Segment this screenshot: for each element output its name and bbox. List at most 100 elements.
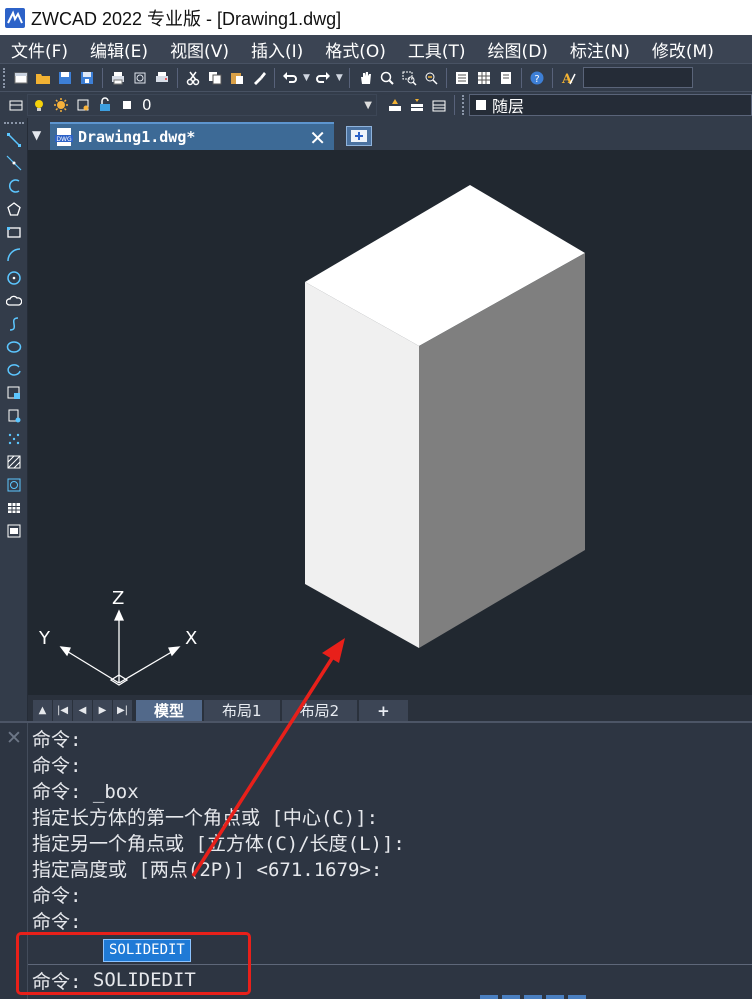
layer-freeze-icon [51,95,71,115]
insert-block-icon[interactable] [2,381,26,404]
undo-icon[interactable] [280,68,300,88]
command-prompt: 命令: [32,970,93,993]
last-layout-icon[interactable]: ▶| [113,700,133,721]
tool-palettes-icon[interactable] [496,68,516,88]
ellipse-icon[interactable] [2,335,26,358]
zoom-previous-icon[interactable] [421,68,441,88]
arc-icon[interactable] [2,243,26,266]
previous-layout-icon[interactable]: ◀ [73,700,93,721]
save-as-icon[interactable] [77,68,97,88]
toolbar-grip[interactable] [462,95,466,115]
layer-combo[interactable]: 0 ▼ [27,94,377,116]
make-block-icon[interactable] [2,404,26,427]
copy-icon[interactable] [205,68,225,88]
open-icon[interactable] [33,68,53,88]
ellipse-arc-icon[interactable] [2,358,26,381]
table-icon[interactable] [2,496,26,519]
revision-cloud-icon[interactable] [2,289,26,312]
polyline-icon[interactable] [2,174,26,197]
tab-layout2[interactable]: 布局2 [281,700,358,721]
status-bar-strip [480,995,660,999]
match-properties-icon[interactable] [249,68,269,88]
chevron-down-icon[interactable]: ▼ [364,100,372,111]
tab-menu-icon[interactable]: ▼ [32,128,41,142]
command-history: 命令: 命令: 命令: _box 指定长方体的第一个角点或 [中心(C)]: 指… [32,727,747,935]
help-icon[interactable]: ? [527,68,547,88]
tab-model[interactable]: 模型 [136,700,203,721]
layer-states-icon[interactable] [429,95,449,115]
menu-insert[interactable]: 插入(I) [240,37,314,62]
history-line: 命令: [32,911,82,933]
new-icon[interactable] [11,68,31,88]
command-input[interactable] [92,969,393,991]
layer-lock-icon [95,95,115,115]
mtext-icon[interactable] [2,519,26,542]
menu-file[interactable]: 文件(F) [0,37,79,62]
design-center-icon[interactable] [474,68,494,88]
tab-layout1[interactable]: 布局1 [204,700,280,721]
tab-drawing1[interactable]: DWG Drawing1.dwg* ✕ [50,122,334,150]
new-tab-button[interactable] [346,126,372,146]
line-icon[interactable] [2,128,26,151]
menu-view[interactable]: 视图(V) [159,37,240,62]
region-icon[interactable] [2,473,26,496]
print-icon[interactable] [108,68,128,88]
redo-icon[interactable] [313,68,333,88]
pan-icon[interactable] [355,68,375,88]
layer-manager-icon[interactable] [6,95,26,115]
plot-icon[interactable] [152,68,172,88]
cut-icon[interactable] [183,68,203,88]
properties-icon[interactable] [452,68,472,88]
text-style-combo[interactable] [582,67,693,88]
spline-icon[interactable] [2,312,26,335]
layout-tab-bar: ▲ |◀ ◀ ▶ ▶| 模型 布局1 布局2 + [28,695,752,721]
color-swatch [476,100,486,110]
toolbar-grip[interactable] [4,122,24,124]
document-tab-row: ▼ DWG Drawing1.dwg* ✕ [28,118,752,150]
color-combo[interactable]: 随层 [469,94,752,116]
svg-text:A: A [561,72,573,86]
layer-name: 0 [142,96,152,114]
scroll-up-icon[interactable]: ▲ [33,700,53,721]
drawing-canvas[interactable]: Z Y X [28,150,752,695]
circle-icon[interactable] [2,266,26,289]
rectangle-icon[interactable] [2,220,26,243]
autocomplete-suggestion[interactable]: SOLIDEDIT [103,939,191,962]
title-bar: ZWCAD 2022 专业版 - [Drawing1.dwg] [0,0,752,35]
zoom-realtime-icon[interactable] [377,68,397,88]
layer-color-swatch-icon [117,95,137,115]
dwg-file-icon: DWG [55,128,73,146]
zoom-window-icon[interactable] [399,68,419,88]
history-line: 命令: [32,885,82,907]
history-line: 命令: [32,755,82,777]
make-current-icon[interactable] [385,95,405,115]
add-layout-button[interactable]: + [359,700,408,721]
history-line: 命令: _box [32,781,139,803]
menu-modify[interactable]: 修改(M) [641,37,725,62]
next-layout-icon[interactable]: ▶ [93,700,113,721]
history-line: 命令: [32,729,82,751]
new-drawing-icon [351,130,367,142]
close-icon[interactable]: ✕ [309,126,326,150]
menu-edit[interactable]: 编辑(E) [79,37,159,62]
layer-on-icon [29,95,49,115]
close-icon[interactable]: ✕ [6,727,22,749]
text-style-icon[interactable]: A [558,68,578,88]
point-icon[interactable] [2,427,26,450]
menu-dimension[interactable]: 标注(N) [559,37,641,62]
polygon-icon[interactable] [2,197,26,220]
menu-tools[interactable]: 工具(T) [397,37,477,62]
history-line: 指定长方体的第一个角点或 [中心(C)]: [32,807,379,829]
first-layout-icon[interactable]: |◀ [53,700,73,721]
redo-dropdown-icon[interactable]: ▼ [336,73,343,83]
toolbar-grip[interactable] [3,67,7,88]
construction-line-icon[interactable] [2,151,26,174]
menu-format[interactable]: 格式(O) [314,37,397,62]
menu-draw[interactable]: 绘图(D) [477,37,559,62]
hatch-icon[interactable] [2,450,26,473]
layer-previous-icon[interactable] [407,95,427,115]
paste-icon[interactable] [227,68,247,88]
undo-dropdown-icon[interactable]: ▼ [303,73,310,83]
save-icon[interactable] [55,68,75,88]
print-preview-icon[interactable] [130,68,150,88]
